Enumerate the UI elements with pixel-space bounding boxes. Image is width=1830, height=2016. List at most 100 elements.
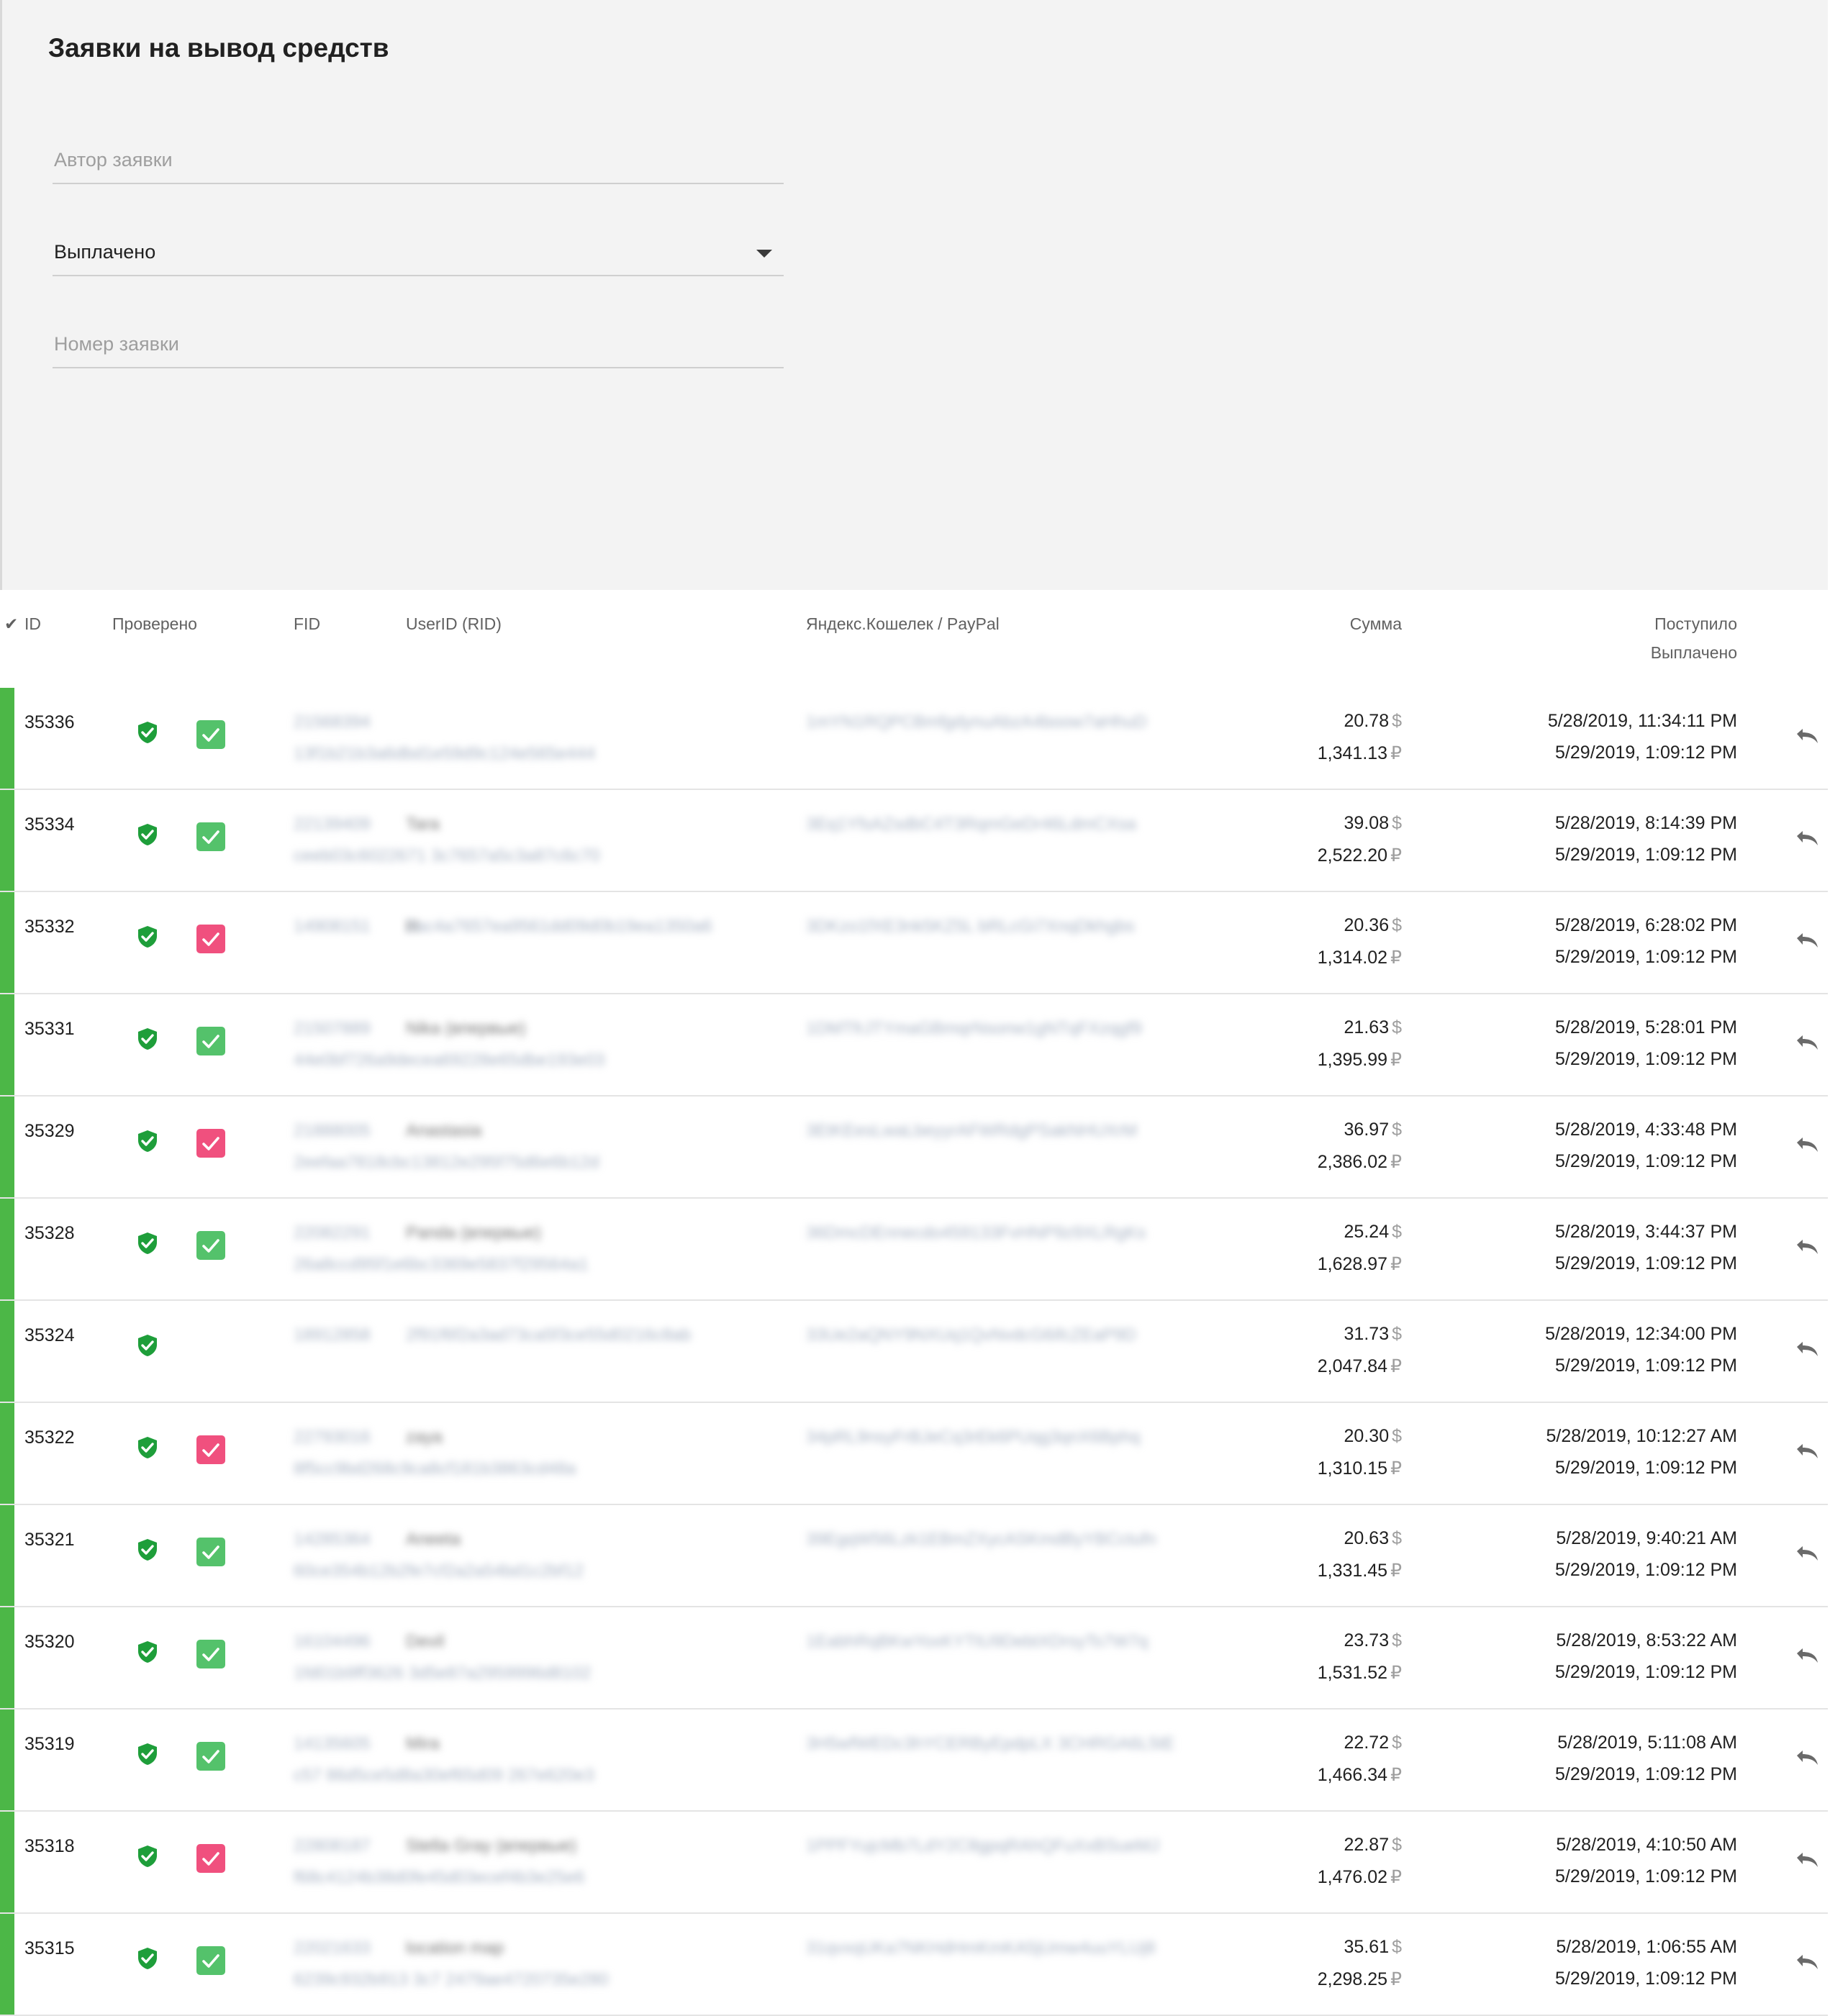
received-date: 5/28/2019, 10:12:27 AM: [1546, 1426, 1738, 1446]
paid-date: 5/29/2019, 1:09:12 PM: [1555, 743, 1737, 763]
undo-icon[interactable]: [1795, 1238, 1819, 1256]
request-id[interactable]: 35334: [24, 814, 75, 835]
table-row[interactable]: 35328 22082291 Panda (впервые) 26a8ccd95f1e…: [0, 1199, 1828, 1301]
user-name: Tara: [406, 814, 440, 834]
table-row[interactable]: 35334 22139409 Tara ceeb03c6022671 3c7657a5…: [0, 790, 1828, 892]
amount-usd: 25.24 $: [1344, 1222, 1402, 1242]
request-id[interactable]: 35318: [24, 1836, 75, 1857]
request-id[interactable]: 35324: [24, 1325, 75, 1346]
paid-date: 5/29/2019, 1:09:12 PM: [1555, 1049, 1737, 1069]
table-row[interactable]: 35336 21568394 13f1b21b3a6dbd1e59d9c124e56…: [0, 688, 1828, 790]
undo-icon[interactable]: [1795, 1953, 1819, 1971]
user-name: Stella Gray (впервые): [406, 1836, 577, 1856]
verified-checkbox[interactable]: [196, 1129, 225, 1158]
received-date: 5/28/2019, 5:11:08 AM: [1557, 1733, 1737, 1753]
status-bar: [0, 1607, 14, 1708]
status-bar: [0, 1812, 14, 1912]
request-id[interactable]: 35321: [24, 1530, 75, 1550]
verified-checkbox[interactable]: [196, 1538, 225, 1566]
header-paid[interactable]: Выплачено: [1651, 643, 1737, 663]
verified-checkbox[interactable]: [196, 925, 225, 953]
header-verified[interactable]: Проверено: [112, 614, 197, 634]
undo-icon[interactable]: [1795, 1442, 1819, 1461]
request-id[interactable]: 35319: [24, 1734, 75, 1755]
undo-icon[interactable]: [1795, 1033, 1819, 1052]
shield-check-icon: [137, 1232, 158, 1255]
select-all-check[interactable]: ✔: [4, 614, 18, 634]
verified-checkbox[interactable]: [196, 1027, 225, 1055]
table-row[interactable]: 35318 22808187 Stella Gray (впервые) f68c41…: [0, 1812, 1828, 1914]
table-row[interactable]: 35329 21888005 Anastasia 2eefaa7818cbc13812…: [0, 1096, 1828, 1199]
user-rid: 60ce354b12b2fe7cf2a2a54bd1c2bf12: [294, 1561, 584, 1581]
amount-rub: 2,298.25 ₽: [1317, 1969, 1402, 1989]
verified-checkbox[interactable]: [196, 1946, 225, 1975]
request-id[interactable]: 35332: [24, 917, 75, 937]
user-rid: 2f91f6f2a3ad73ca5f3ce55d0216c8ab: [406, 1325, 692, 1345]
header-wallet[interactable]: Яндекс.Кошелек / PayPal: [806, 614, 1000, 634]
header-fid[interactable]: FID: [294, 614, 320, 634]
table-row[interactable]: 35332 14908151 H 2ac4a7657ea9561dd09d0b19ea…: [0, 892, 1828, 994]
verified-checkbox[interactable]: [196, 1844, 225, 1873]
amount-rub: 2,386.02 ₽: [1317, 1152, 1402, 1172]
request-id[interactable]: 35328: [24, 1223, 75, 1244]
request-id[interactable]: 35322: [24, 1427, 75, 1448]
undo-icon[interactable]: [1795, 1340, 1819, 1358]
undo-icon[interactable]: [1795, 931, 1819, 950]
verified-checkbox[interactable]: [196, 1231, 225, 1260]
wallet-address: 33Ue2aQNY9NXUq1QvNvdcG6ifcZEaP9D: [806, 1325, 1136, 1345]
request-id[interactable]: 35336: [24, 712, 75, 733]
author-input[interactable]: Автор заявки: [53, 122, 784, 184]
undo-icon[interactable]: [1795, 1851, 1819, 1869]
table-row[interactable]: 35321 14285364 Aneeta 60ce354b12b2fe7cf2a2a…: [0, 1505, 1828, 1607]
request-number-input[interactable]: Номер заявки: [53, 305, 784, 368]
user-rid: c57 86d5ce5d8a30ef65d09 267e620e3: [294, 1766, 594, 1785]
header-received[interactable]: Поступило: [1654, 614, 1737, 634]
user-rid: 2ac4a7657ea9561dd09d0b19ea1350a6: [406, 917, 712, 936]
header-id[interactable]: ID: [24, 614, 41, 634]
request-id[interactable]: 35329: [24, 1121, 75, 1142]
fid-value: 21507889: [294, 1019, 371, 1038]
undo-icon[interactable]: [1795, 1646, 1819, 1665]
table-row[interactable]: 35324 18912858 2f91f6f2a3ad73ca5f3ce55d021…: [0, 1301, 1828, 1403]
request-id[interactable]: 35315: [24, 1938, 75, 1959]
amount-usd: 23.73 $: [1344, 1630, 1402, 1651]
header-sum[interactable]: Сумма: [1350, 614, 1402, 634]
caret-down-icon: [756, 250, 772, 258]
fid-value: 22808187: [294, 1836, 371, 1856]
amount-rub: 2,522.20 ₽: [1317, 845, 1402, 866]
shield-check-icon: [137, 1027, 158, 1050]
verified-checkbox[interactable]: [196, 822, 225, 851]
undo-icon[interactable]: [1795, 727, 1819, 745]
undo-icon[interactable]: [1795, 829, 1819, 848]
table-row[interactable]: 35320 16104496 Devil 1fd01b9ff3626 3d5e87a2…: [0, 1607, 1828, 1709]
verified-checkbox[interactable]: [196, 1640, 225, 1668]
undo-icon[interactable]: [1795, 1544, 1819, 1563]
request-id[interactable]: 35331: [24, 1019, 75, 1040]
user-rid: 8f5cc9bd268c9ca8cf181b3863cd48a: [294, 1459, 576, 1479]
wallet-address: 36DmcDEnnecdo459133FvHNP9z9XLRgKs: [806, 1223, 1146, 1243]
header-userid[interactable]: UserID (RID): [406, 614, 502, 634]
undo-icon[interactable]: [1795, 1748, 1819, 1767]
status-bar: [0, 892, 14, 993]
table-row[interactable]: 35315 22021633 location map 6239c932b913 3c…: [0, 1914, 1828, 2016]
undo-icon[interactable]: [1795, 1135, 1819, 1154]
request-id[interactable]: 35320: [24, 1632, 75, 1653]
status-bar: [0, 688, 14, 789]
amount-rub: 2,047.84 ₽: [1317, 1356, 1402, 1376]
table-row[interactable]: 35319 14135605 Mira c57 86d5ce5d8a30ef65d09…: [0, 1709, 1828, 1812]
amount-usd: 22.87 $: [1344, 1835, 1402, 1855]
paid-date: 5/29/2019, 1:09:12 PM: [1555, 1458, 1737, 1478]
status-select[interactable]: Выплачено: [53, 216, 784, 276]
verified-checkbox[interactable]: [196, 1435, 225, 1464]
user-rid: 13f1b21b3a6dbd1e59d9c124e565e444: [294, 744, 596, 763]
verified-checkbox[interactable]: [196, 720, 225, 749]
shield-check-icon: [137, 1334, 158, 1357]
wallet-address: 1mYN1RQPCBmfgdynuAbzA4boow7aHhuD: [806, 712, 1147, 732]
verified-checkbox[interactable]: [196, 1742, 225, 1771]
filters-panel: Заявки на вывод средств Автор заявки Вып…: [0, 0, 1828, 590]
wallet-address: 3EtKEesLwaLbeyyrAFWRdgPSakNHUXrM: [806, 1121, 1138, 1140]
table-row[interactable]: 35322 22793016 zaya 8f5cc9bd268c9ca8cf181b3…: [0, 1403, 1828, 1505]
fid-value: 21568394: [294, 712, 371, 732]
table-row[interactable]: 35331 21507889 Nika (впервые) 44e0bf726a9de…: [0, 994, 1828, 1096]
amount-usd: 21.63 $: [1344, 1017, 1402, 1037]
